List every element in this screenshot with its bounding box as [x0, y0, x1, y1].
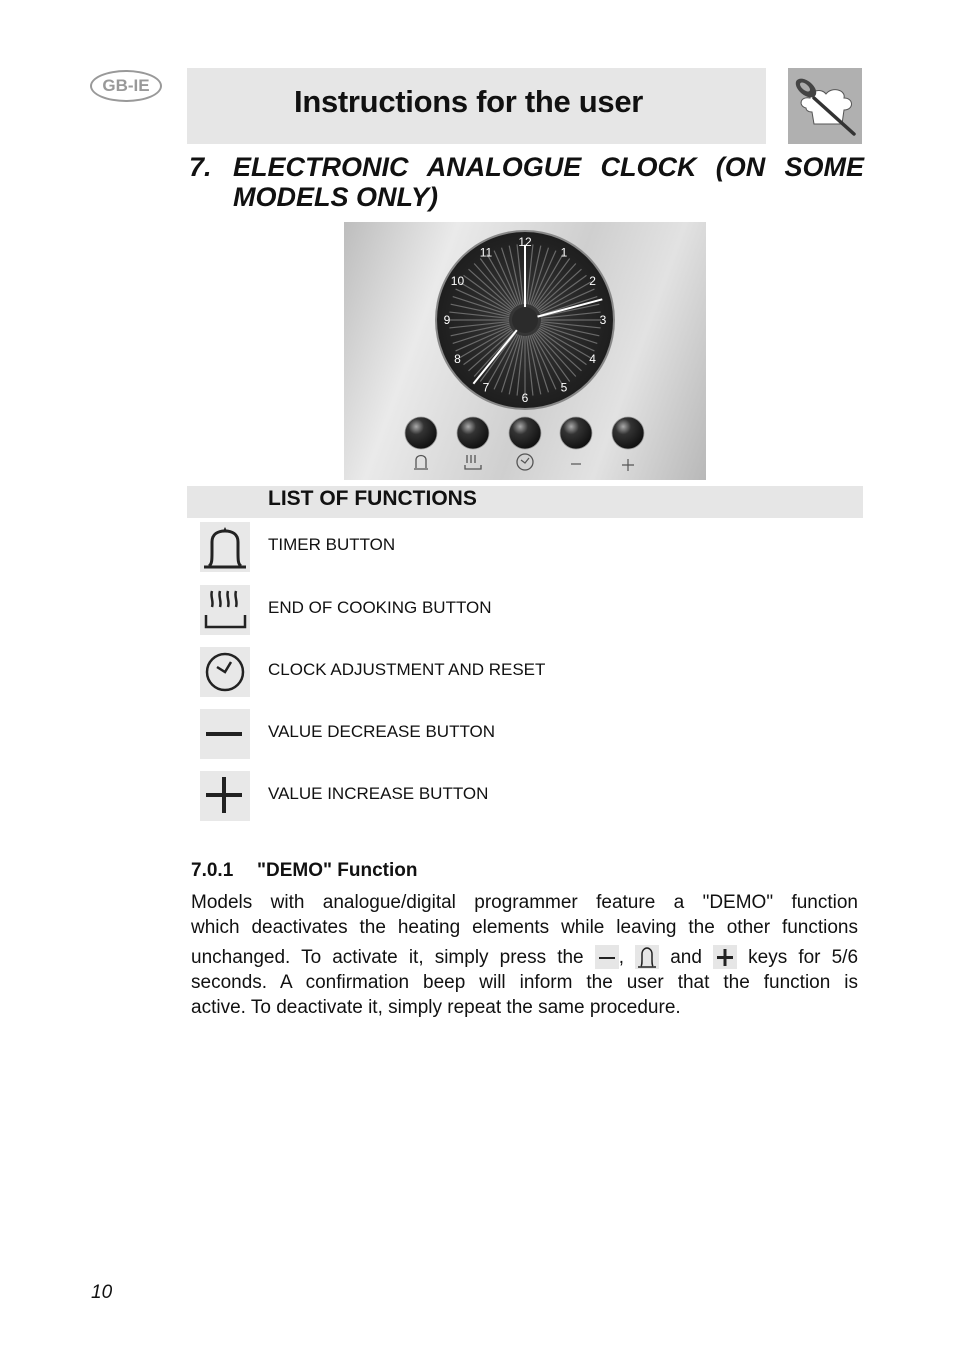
paragraph-line: seconds. A confirmation beep will inform… — [191, 972, 858, 993]
clock-center-cap — [512, 307, 538, 333]
paragraph-line: active. To deactivate it, simply repeat … — [191, 997, 681, 1018]
bell-icon — [200, 522, 250, 572]
analogue-clock: 121234567891011 — [404, 230, 645, 471]
dial-number: 7 — [483, 381, 490, 395]
clock-icon — [200, 647, 250, 697]
subsection-number: 7.0.1 — [191, 860, 234, 881]
text: , — [618, 947, 625, 968]
bell-icon — [414, 454, 428, 470]
dial-number: 8 — [454, 352, 461, 366]
dial-number: 5 — [561, 381, 568, 395]
clock-icon — [516, 453, 534, 471]
clock-panel-button-clock — [508, 416, 542, 450]
clock-panel-button-timer — [404, 416, 438, 450]
function-item-clock: CLOCK ADJUSTMENT AND RESET — [200, 647, 860, 697]
dial-number: 10 — [451, 274, 465, 288]
subsection-title: "DEMO" Function — [257, 860, 418, 881]
minus-icon — [594, 945, 619, 969]
dial-number: 9 — [444, 313, 451, 327]
section-number: 7. — [189, 152, 212, 182]
page-number: 10 — [91, 1282, 113, 1303]
function-label: VALUE INCREASE BUTTON — [268, 784, 489, 803]
function-item-end-of-cooking: END OF COOKING BUTTON — [200, 585, 860, 635]
clock-panel-image: 12 1 2 3 4 5 6 7 8 9 10 11 — [344, 222, 706, 480]
function-item-timer: TIMER BUTTON — [200, 522, 860, 572]
plus-icon — [713, 945, 738, 969]
paragraph-line: which deactivates the heating elements w… — [191, 917, 858, 938]
page-title: Instructions for the user — [294, 84, 644, 119]
plus-icon — [200, 771, 250, 821]
dial-number: 4 — [589, 352, 596, 366]
chef-hat-spoon-icon — [788, 68, 862, 144]
steam-pot-icon — [200, 585, 250, 635]
section-title: ELECTRONIC ANALOGUE CLOCK (ON SOME MODEL… — [233, 152, 864, 212]
language-badge: GB-IE — [90, 70, 162, 102]
dial-number: 2 — [589, 274, 596, 288]
function-item-decrease: VALUE DECREASE BUTTON — [200, 709, 860, 759]
header-bar: Instructions for the user — [187, 68, 766, 144]
function-label: TIMER BUTTON — [268, 535, 396, 554]
clock-panel-button-− — [559, 416, 593, 450]
paragraph-line: Models with analogue/digital programmer … — [191, 892, 858, 913]
subsection-heading: 7.0.1 "DEMO" Function — [191, 860, 418, 882]
clock-panel-button-end-of-cooking — [456, 416, 490, 450]
text: keys for 5/6 — [748, 947, 859, 968]
text: unchanged. To activate it, simply press … — [191, 947, 584, 968]
dial-number: 11 — [480, 245, 493, 259]
plus-icon — [622, 459, 634, 471]
steam-pot-icon — [464, 455, 482, 470]
minus-icon — [200, 709, 250, 759]
clock-icon-hands — [520, 457, 530, 464]
function-label: END OF COOKING BUTTON — [268, 598, 492, 617]
dial-number: 1 — [561, 245, 568, 259]
dial-number: 3 — [600, 313, 607, 327]
bell-icon — [635, 945, 660, 969]
functions-header: LIST OF FUNCTIONS — [187, 486, 863, 518]
function-label: CLOCK ADJUSTMENT AND RESET — [268, 660, 546, 679]
language-badge-text: GB-IE — [102, 76, 150, 95]
demo-paragraph: Models with analogue/digital programmer … — [191, 890, 858, 1020]
dial-number: 6 — [522, 391, 529, 405]
clock-panel-button-+ — [611, 416, 645, 450]
text: and — [670, 947, 702, 968]
paragraph-line-with-keys: unchanged. To activate it, simply press … — [191, 945, 858, 970]
functions-heading: LIST OF FUNCTIONS — [268, 487, 477, 510]
function-label: VALUE DECREASE BUTTON — [268, 722, 496, 741]
function-item-increase: VALUE INCREASE BUTTON — [200, 771, 860, 821]
